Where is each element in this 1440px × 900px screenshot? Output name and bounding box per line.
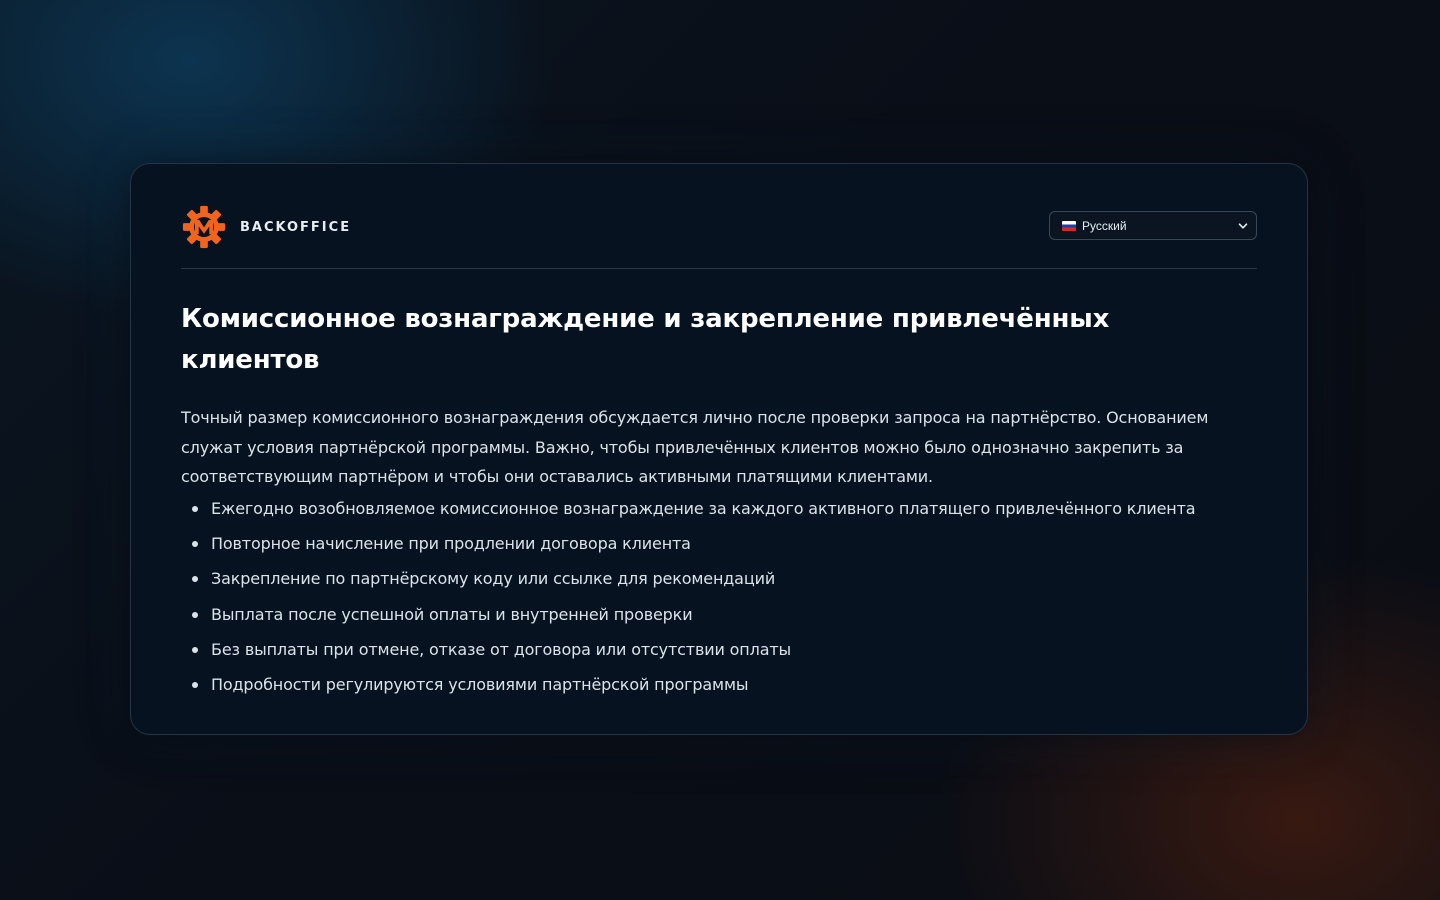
- list-item: Без выплаты при отмене, отказе от догово…: [192, 635, 1257, 664]
- content-card: BACKOFFICE Русский Комиссионное вознагра…: [130, 163, 1308, 735]
- russia-flag-icon: [1062, 220, 1076, 231]
- intro-paragraph: Точный размер комиссионного вознагражден…: [181, 408, 1209, 486]
- list-item: Повторное начисление при продлении догов…: [192, 529, 1257, 558]
- feature-list: Ежегодно возобновляемое комиссионное воз…: [181, 494, 1257, 700]
- list-item: Ежегодно возобновляемое комиссионное воз…: [192, 494, 1257, 523]
- gear-m-logo-icon: [182, 205, 226, 249]
- card-body: Комиссионное вознаграждение и закреплени…: [181, 269, 1257, 699]
- language-select-value: Русский: [1082, 218, 1127, 233]
- card-header: BACKOFFICE Русский: [181, 164, 1257, 269]
- list-item: Подробности регулируются условиями партн…: [192, 670, 1257, 699]
- list-item: Выплата после успешной оплаты и внутренн…: [192, 600, 1257, 629]
- brand[interactable]: BACKOFFICE: [181, 204, 351, 250]
- brand-name: BACKOFFICE: [240, 219, 352, 235]
- page-title: Комиссионное вознаграждение и закреплени…: [181, 304, 1110, 375]
- chevron-down-icon: [1238, 222, 1248, 229]
- language-select[interactable]: Русский: [1049, 211, 1257, 240]
- list-item: Закрепление по партнёрскому коду или ссы…: [192, 564, 1257, 593]
